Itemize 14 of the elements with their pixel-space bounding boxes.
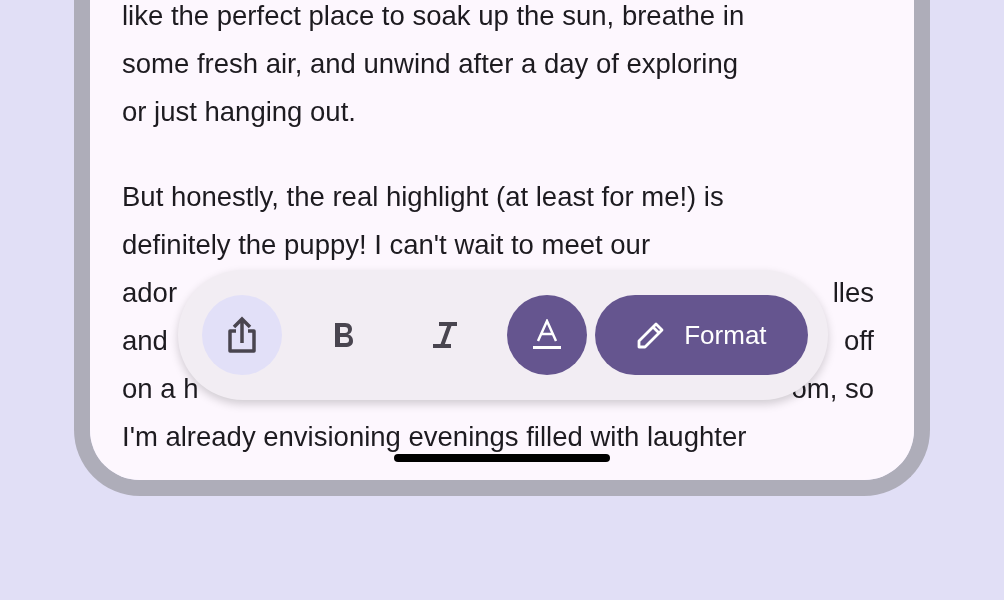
- italic-icon: [431, 321, 460, 349]
- text-color-icon: [531, 319, 562, 351]
- text-line: some fresh air, and unwind after a day of exploring: [122, 48, 739, 80]
- text-fragment: and: [122, 325, 168, 357]
- text-line: or just hanging out.: [122, 96, 356, 128]
- text-fragment: lles: [832, 277, 874, 309]
- format-button[interactable]: Format: [594, 295, 808, 375]
- text-line: But honestly, the real highlight (at least for me!) is: [122, 181, 724, 213]
- text-line: like the perfect place to soak up the sun, breathe in: [122, 0, 745, 32]
- text-fragment: ador: [122, 277, 178, 309]
- text-line: definitely the puppy! I can't wait to meet our: [122, 229, 651, 261]
- text-fragment: on a h: [122, 373, 199, 405]
- text-fragment: off: [843, 325, 874, 357]
- text-line: I'm already envisioning evenings filled with laughter: [122, 421, 747, 453]
